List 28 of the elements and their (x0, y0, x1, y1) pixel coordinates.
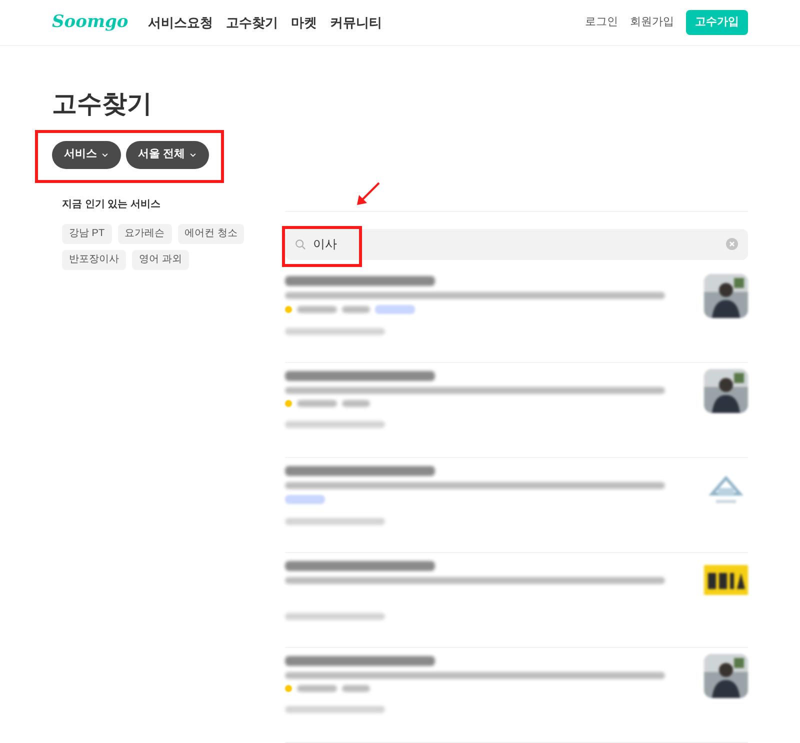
chevron-down-icon (101, 150, 109, 158)
blurred-text (297, 400, 337, 406)
clear-icon[interactable] (726, 238, 738, 250)
service-tag[interactable]: 요가레슨 (118, 224, 172, 244)
search-icon (295, 238, 306, 250)
service-tag[interactable]: 영어 과외 (132, 250, 189, 270)
search-value: 이사 (313, 236, 337, 253)
login-link[interactable]: 로그인 (585, 14, 618, 31)
blurred-text (297, 684, 337, 692)
search-field[interactable]: 이사 (285, 228, 748, 260)
nav-link[interactable]: 서비스요청 (148, 12, 214, 32)
nav-link[interactable]: 커뮤니티 (330, 12, 382, 32)
blurred-text (342, 306, 370, 312)
blurred-text (297, 306, 337, 312)
service-tag[interactable]: 에어컨 청소 (178, 224, 244, 244)
section-heading: 지금 인기 있는 서비스 (62, 198, 162, 212)
blurred-text (342, 400, 370, 406)
nav-link[interactable]: 고수찾기 (226, 12, 278, 32)
pointer-arrow (355, 180, 381, 206)
filter-dropdown[interactable]: 서비스 (52, 140, 121, 168)
filter-dropdown[interactable]: 서울 전체 (126, 140, 210, 168)
blurred-text (342, 684, 370, 692)
service-tag[interactable]: 반포장이사 (62, 250, 126, 270)
service-tag[interactable]: 강남 PT (62, 224, 112, 244)
chevron-down-icon (189, 150, 198, 158)
page-title: 고수찾기 (52, 89, 153, 120)
nav-link[interactable]: 마켓 (291, 12, 318, 32)
signup-link[interactable]: 회원가입 (630, 14, 674, 31)
